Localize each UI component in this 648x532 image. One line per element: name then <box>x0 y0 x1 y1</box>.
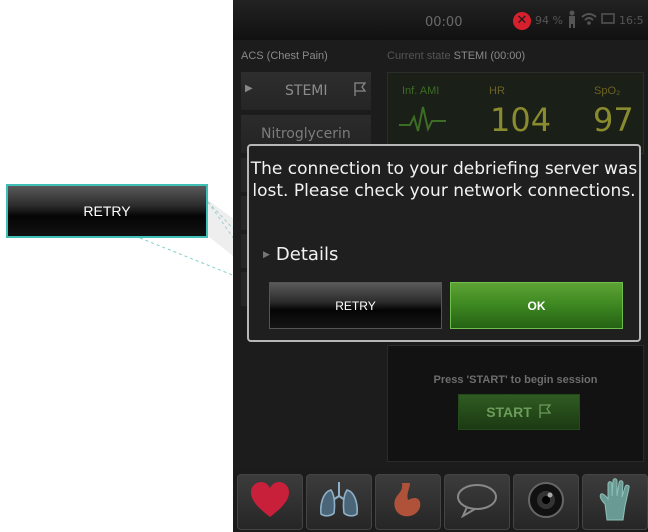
session-hint: Press 'START' to begin session <box>433 374 598 386</box>
device-screen: 00:00 ✕ 94 % 16:5 ACS (Chest Pain) Curre… <box>233 0 648 532</box>
ok-label: OK <box>527 298 546 313</box>
screen-icon <box>601 13 615 28</box>
retry-label: RETRY <box>335 298 376 313</box>
hr-label: HR <box>489 85 505 97</box>
glove-icon <box>595 478 635 526</box>
speech-bubble-button[interactable] <box>444 474 510 530</box>
rhythm-label: Inf. AMI <box>402 85 440 97</box>
sidebar-item-label: STEMI <box>285 83 328 99</box>
current-state-label: Current state <box>387 50 451 62</box>
flag-icon <box>538 403 552 422</box>
case-title: ACS (Chest Pain) <box>241 50 328 62</box>
eye-button[interactable] <box>513 474 579 530</box>
flag-icon <box>353 81 367 101</box>
dialog-message: The connection to your debriefing server… <box>250 159 638 201</box>
bottom-toolbar <box>233 468 648 532</box>
expand-arrow-icon: ▶ <box>263 249 270 260</box>
connection-lost-dialog: The connection to your debriefing server… <box>247 144 641 342</box>
status-bar: 00:00 ✕ 94 % 16:5 <box>233 0 648 40</box>
sidebar-item-label: Nitroglycerin <box>261 126 351 142</box>
wifi-icon <box>581 12 597 29</box>
stomach-button[interactable] <box>375 474 441 530</box>
lungs-button[interactable] <box>306 474 372 530</box>
hr-value: 104 <box>490 101 552 139</box>
start-button[interactable]: START <box>458 394 580 430</box>
play-icon: ▶ <box>245 83 253 94</box>
status-icons: ✕ 94 % 16:5 <box>513 10 644 31</box>
heart-button[interactable] <box>237 474 303 530</box>
current-state: Current state STEMI (00:00) <box>387 50 525 62</box>
ok-button[interactable]: OK <box>450 282 623 329</box>
glove-button[interactable] <box>582 474 648 530</box>
battery-percent: 94 % <box>535 14 563 27</box>
retry-button[interactable]: RETRY <box>269 282 442 329</box>
spo2-value: 97 <box>593 101 634 139</box>
eye-icon <box>526 480 566 524</box>
retry-callout: RETRY <box>6 184 208 238</box>
session-panel: Press 'START' to begin session START <box>387 345 644 462</box>
details-label: Details <box>275 244 339 265</box>
callout-label: RETRY <box>83 203 131 219</box>
spo2-label: SpO₂ <box>594 85 621 97</box>
stomach-icon <box>388 480 428 524</box>
session-clock: 00:00 <box>425 15 463 30</box>
ecg-icon <box>398 103 448 139</box>
start-label: START <box>486 404 532 420</box>
close-icon[interactable]: ✕ <box>513 11 531 30</box>
speech-bubble-icon <box>455 482 499 522</box>
details-toggle[interactable]: ▶ Details <box>263 244 338 265</box>
status-time: 16:5 <box>618 14 644 27</box>
sidebar-item-stemi[interactable]: ▶ STEMI <box>241 72 371 110</box>
person-icon <box>567 10 577 31</box>
lungs-icon <box>317 480 361 524</box>
current-state-value: STEMI (00:00) <box>453 50 526 62</box>
heart-icon <box>249 481 291 523</box>
vitals-monitor: Inf. AMI HR SpO₂ 104 97 <box>387 72 644 154</box>
